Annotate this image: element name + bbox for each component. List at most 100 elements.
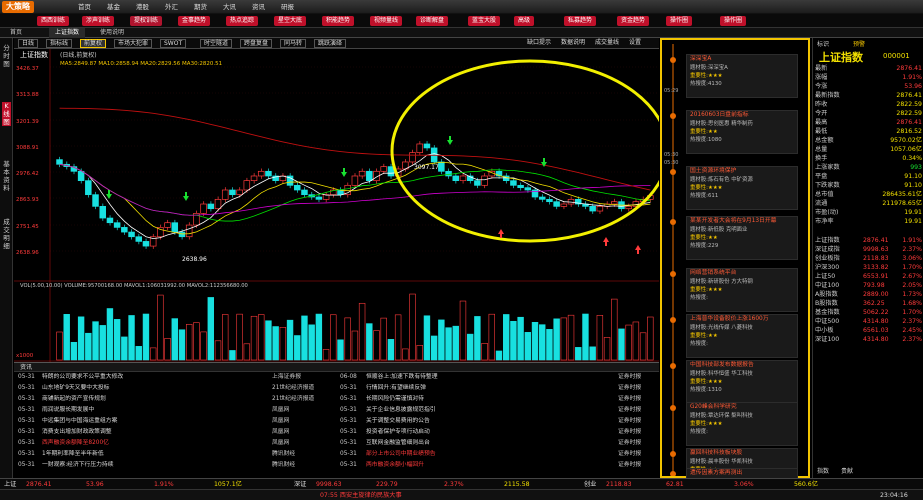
volume-bar	[373, 330, 380, 361]
menu-item[interactable]: 资讯	[252, 1, 265, 13]
quote-label: 平盘	[815, 173, 828, 180]
news-headline[interactable]: 恒顺谷上:加速下跌有待整理	[366, 372, 438, 383]
tab[interactable]: 使用说明	[94, 28, 130, 38]
index-row[interactable]: A股指数 2889.00 1.73%	[815, 290, 922, 299]
toolbar-button[interactable]: 西西训练	[37, 16, 70, 26]
toolbar-button[interactable]: 提权训练	[130, 16, 163, 26]
menu-item[interactable]: 外汇	[165, 1, 178, 13]
subbar-button[interactable]: 同马转	[280, 39, 307, 48]
news-headline[interactable]: 中远集团与中国海运重组方案	[42, 416, 117, 427]
sidebar-tab[interactable]: K线图	[2, 102, 11, 126]
toolbar-button[interactable]: 金事趋势	[178, 16, 211, 26]
index-row[interactable]: 上证50 6553.91 2.67%	[815, 272, 922, 281]
menu-item[interactable]: 研报	[281, 1, 294, 13]
topic-card[interactable]: 中国科技部发布数据报告 题材股:科华恒盛 华工科技 重要性:★★★ 热搜度:1310	[686, 360, 798, 404]
index-row[interactable]: B股指数 362.25 1.68%	[815, 299, 922, 308]
menu-item[interactable]: 期货	[194, 1, 207, 13]
index-row[interactable]: 基金指数 5062.22 1.70%	[815, 308, 922, 317]
index-row[interactable]: 创业板指 2118.83 3.06%	[815, 254, 922, 263]
news-headline[interactable]: 山东地矿9天又要中大投标	[42, 383, 109, 394]
news-headline[interactable]: 互联网金融监管细则出台	[366, 438, 430, 449]
news-headline[interactable]: 一财观察:经济下行压力持续	[42, 460, 114, 471]
subbar-right[interactable]: 设置	[626, 39, 644, 48]
volume-bar	[207, 297, 215, 361]
topic-card[interactable]: G20峰会科学研究 题材股:覃达环保 梨叫科技 重要性:★★★ 热搜度:	[686, 402, 798, 446]
timeline-time: 05:29	[664, 88, 678, 94]
index-row[interactable]: 中小板 6561.03 2.45%	[815, 326, 922, 335]
subbar-right[interactable]: 数据说明	[558, 39, 588, 48]
subbar-button[interactable]: 市场大犯罪	[114, 39, 153, 48]
topic-card[interactable]: 20160603日盘前指标 题材股:思创医惠 精华制药 重要性:★★ 热搜度:1080	[686, 110, 798, 154]
timeline-dot-icon	[670, 57, 676, 63]
menu-item[interactable]: 基金	[107, 1, 120, 13]
subbar-button[interactable]: 跳跃演绎	[314, 39, 347, 48]
topic-card[interactable]: 国土资源环境保护 题材股:炼石有色 中矿资源 重要性:★★★ 热搜度:611	[686, 166, 798, 210]
tab[interactable]: 上证指数	[49, 28, 86, 38]
sidebar-tab[interactable]: 基本资料	[2, 160, 11, 192]
news-headline[interactable]: 部分上市公司中期业绩预告	[366, 449, 436, 460]
news-headline[interactable]: 关于企业信息披露规范指引	[366, 405, 436, 416]
menu-item[interactable]: 首页	[78, 1, 91, 13]
quote-bottom-tab[interactable]: 贵献	[841, 466, 853, 475]
volume-bar	[301, 315, 308, 361]
toolbar-button[interactable]: 积能趋势	[322, 16, 355, 26]
subbar-button[interactable]: SWOT	[160, 39, 187, 48]
quote-header-tab[interactable]: 预警	[853, 39, 865, 48]
news-headline[interactable]: 消费支出增加财政政策调整	[42, 427, 112, 438]
topic-card[interactable]: 深深宝A 题材股:深深宝A 重要性:★★★ 热搜度:4130	[686, 54, 798, 98]
news-headline[interactable]: 商铺新起的资产宣传规划	[42, 394, 106, 405]
news-headline[interactable]: 长期风险仍需谨慎对待	[366, 394, 424, 405]
quote-value: 91.10	[904, 173, 922, 180]
news-headline[interactable]: 两市融资余额小幅回升	[366, 460, 424, 471]
index-row[interactable]: 上证指数 2876.41 1.91%	[815, 236, 922, 245]
news-date: 05-31	[18, 396, 35, 402]
quote-header-tab[interactable]: 标识	[817, 39, 829, 48]
news-headline[interactable]: 关于调整交易费用的公告	[366, 416, 430, 427]
status-index-name[interactable]: 深证	[294, 480, 306, 489]
status-index-name[interactable]: 上证	[4, 480, 16, 489]
subbar-button[interactable]: 指标线	[46, 39, 73, 48]
topic-card[interactable]: 上海普华设备股价上涨1600万 题材股:光线传媒 八菱科技 重要性:★★ 热搜度:	[686, 314, 798, 358]
news-headline[interactable]: 西声融资余额降至8200亿	[42, 438, 109, 449]
subbar-right[interactable]: 成交量线	[592, 39, 622, 48]
news-headline[interactable]: 特朗的公司要求不公平重大修改	[42, 372, 123, 383]
menu-item[interactable]: 大讯	[223, 1, 236, 13]
sidebar-tab[interactable]: 分时图	[2, 44, 11, 68]
quote-bottom-tab[interactable]: 指数	[817, 466, 829, 475]
subbar-button[interactable]: 前复权	[80, 39, 107, 48]
toolbar-button[interactable]: 涉声训练	[82, 16, 115, 26]
subbar-button[interactable]: 日线	[18, 39, 39, 48]
news-headline[interactable]: 雨润说服长期发展中	[42, 405, 94, 416]
toolbar-button[interactable]: 视频量线	[370, 16, 403, 26]
topic-card[interactable]: 网络营销系统平台 题材股:新研股份 方大特钢 重要性:★★★ 热搜度:	[686, 268, 798, 312]
news-headline[interactable]: 1年期利率降至半年新低	[42, 449, 104, 460]
status-index-name[interactable]: 创业	[584, 480, 596, 489]
toolbar-button[interactable]: 蓝宝大股	[468, 16, 501, 26]
candle	[257, 170, 265, 177]
subbar-button[interactable]: 跨盘复盘	[240, 39, 273, 48]
toolbar-button[interactable]: 私募趋势	[564, 16, 597, 26]
subbar-button[interactable]: 时空隧道	[200, 39, 233, 48]
index-row[interactable]: 中证500 4314.80 2.37%	[815, 317, 922, 326]
sidebar-tab[interactable]: 成交明细	[2, 218, 11, 250]
news-source: 凤凰网	[272, 440, 290, 446]
tab[interactable]: 首页	[4, 28, 28, 38]
menu-item[interactable]: 港股	[136, 1, 149, 13]
toolbar-button[interactable]: 诊断解盘	[416, 16, 449, 26]
toolbar-button[interactable]: 操作圈	[720, 16, 747, 26]
index-row[interactable]: 深证成指 9998.63 2.37%	[815, 245, 922, 254]
news-headline[interactable]: 投资者保护专项行动启动	[366, 427, 430, 438]
candle	[538, 196, 546, 200]
toolbar-button[interactable]: 资金趋势	[617, 16, 650, 26]
clock: 23:04:16	[880, 492, 908, 499]
toolbar-button[interactable]: 高级	[514, 16, 535, 26]
index-row[interactable]: 深证100 4314.80 2.37%	[815, 335, 922, 344]
news-headline[interactable]: 行情回升:有望继续反弹	[366, 383, 426, 394]
topic-card[interactable]: 某某开发者大会将在9月13日开幕 题材股:新低股 克明面业 重要性:★★ 热搜度:22…	[686, 216, 798, 260]
toolbar-button[interactable]: 热点追踪	[226, 16, 259, 26]
index-row[interactable]: 沪深300 3133.82 1.70%	[815, 263, 922, 272]
toolbar-button[interactable]: 操作圈	[666, 16, 693, 26]
subbar-right[interactable]: 缺口提示	[524, 39, 554, 48]
toolbar-button[interactable]: 星空大底	[274, 16, 307, 26]
index-row[interactable]: 中证100 793.98 2.05%	[815, 281, 922, 290]
